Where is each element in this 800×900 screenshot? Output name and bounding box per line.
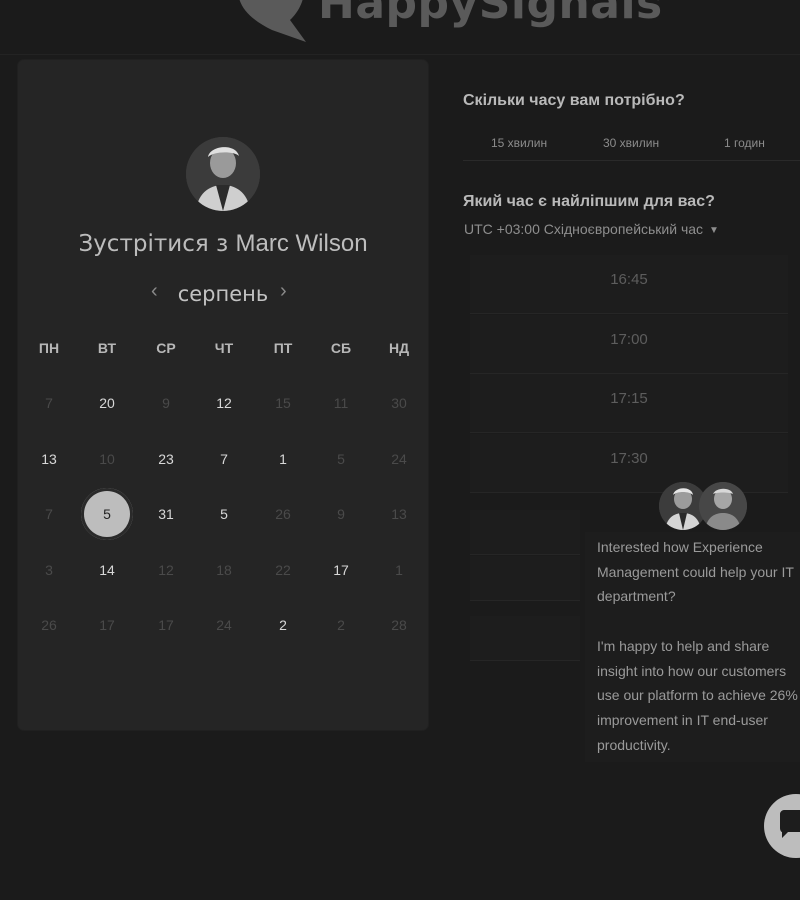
duration-option-15[interactable]: 15 хвилин bbox=[491, 136, 547, 150]
brand-name: HappySignals bbox=[318, 0, 663, 29]
calendar-day: 26 bbox=[275, 506, 291, 522]
time-heading: Який час є найліпшим для вас? bbox=[463, 193, 715, 210]
calendar-panel: Зустрітися з Marc Wilson ‹ серпень › ПН В… bbox=[18, 60, 428, 730]
next-month-chevron-icon[interactable]: › bbox=[280, 280, 287, 303]
header: HappySignals bbox=[0, 0, 800, 55]
calendar-day: 28 bbox=[391, 617, 407, 633]
calendar-day: 7 bbox=[45, 395, 53, 411]
calendar-day: 30 bbox=[391, 395, 407, 411]
chat-message: Interested how Experience Management cou… bbox=[597, 535, 800, 782]
calendar-day: 12 bbox=[158, 561, 174, 578]
meeting-title: Зустрітися з Marc Wilson bbox=[18, 230, 428, 258]
calendar-day[interactable]: 2 bbox=[257, 599, 309, 651]
logo-heart-chat-icon bbox=[239, 0, 306, 42]
timeslot-partially-hidden[interactable] bbox=[470, 510, 580, 555]
calendar-day: 17 bbox=[158, 617, 174, 633]
weekday-label: НД bbox=[388, 340, 410, 356]
host-name: Marc Wilson bbox=[235, 230, 368, 257]
timeslot-partially-hidden[interactable] bbox=[470, 556, 580, 601]
weekday-label: ПН bbox=[38, 340, 60, 356]
timeslot-partially-hidden[interactable] bbox=[470, 616, 580, 661]
weekday-header: ПН ВТ СР ЧТ ПТ СБ НД bbox=[18, 340, 428, 360]
caret-down-icon: ▼ bbox=[709, 225, 719, 236]
calendar-day: 1 bbox=[395, 561, 403, 578]
calendar-day-selected[interactable]: 5 bbox=[81, 488, 133, 540]
calendar-day[interactable]: 17 bbox=[315, 544, 367, 596]
chat-launcher-button[interactable] bbox=[764, 794, 800, 858]
calendar-day: 11 bbox=[333, 395, 349, 411]
timezone-select[interactable]: UTC +03:00 Східноєвропейський час ▼ bbox=[464, 221, 719, 237]
calendar-day[interactable]: 5 bbox=[198, 488, 250, 540]
calendar-day: 9 bbox=[337, 506, 345, 522]
chat-message-line-2: I'm happy to help and share insight into… bbox=[597, 637, 798, 753]
duration-heading: Скільки часу вам потрібно? bbox=[463, 92, 685, 109]
timeslot[interactable]: 17:15 bbox=[470, 374, 788, 433]
month-navigation: ‹ серпень › bbox=[18, 280, 428, 310]
calendar-day: 15 bbox=[275, 395, 291, 411]
duration-options: 15 хвилин 30 хвилин 1 годин bbox=[463, 128, 800, 161]
meeting-title-prefix: Зустрітися з bbox=[78, 231, 229, 257]
chat-agent-avatars bbox=[659, 482, 749, 532]
calendar-day: 2 bbox=[337, 617, 345, 633]
duration-option-30[interactable]: 30 хвилин bbox=[603, 136, 659, 150]
calendar-day: 17 bbox=[99, 617, 115, 633]
calendar-day[interactable]: 7 bbox=[198, 433, 250, 485]
timezone-label: UTC +03:00 Східноєвропейський час bbox=[464, 221, 704, 237]
timeslot[interactable]: 17:00 bbox=[470, 315, 788, 374]
calendar-day[interactable]: 23 bbox=[140, 433, 192, 485]
calendar-day: 5 bbox=[337, 450, 345, 467]
chat-bubble-icon bbox=[780, 810, 800, 838]
weekday-label: ЧТ bbox=[214, 340, 234, 356]
calendar-day[interactable]: 1 bbox=[257, 433, 309, 485]
calendar-day: 3 bbox=[45, 561, 53, 578]
calendar-day[interactable]: 12 bbox=[198, 377, 250, 429]
weekday-label: ПТ bbox=[273, 340, 293, 356]
calendar-day: 10 bbox=[99, 450, 115, 467]
calendar-day: 9 bbox=[162, 395, 170, 411]
calendar-day: 24 bbox=[391, 450, 407, 467]
host-avatar bbox=[186, 137, 260, 211]
calendar-day[interactable]: 14 bbox=[81, 544, 133, 596]
calendar-day: 7 bbox=[45, 506, 53, 522]
duration-option-60[interactable]: 1 годин bbox=[724, 136, 765, 150]
chat-message-line-1: Interested how Experience Management cou… bbox=[597, 539, 794, 605]
calendar-day[interactable]: 20 bbox=[81, 377, 133, 429]
calendar-day: 26 bbox=[41, 617, 57, 633]
timeslot[interactable]: 16:45 bbox=[470, 255, 788, 314]
weekday-label: ВТ bbox=[97, 340, 117, 356]
calendar-day[interactable]: 13 bbox=[23, 433, 75, 485]
weekday-label: СР bbox=[156, 340, 176, 356]
chat-agent-avatar bbox=[699, 482, 747, 530]
calendar-day: 13 bbox=[391, 506, 407, 522]
calendar-day: 22 bbox=[275, 561, 291, 578]
calendar-day: 24 bbox=[216, 617, 232, 633]
weekday-label: СБ bbox=[330, 340, 352, 356]
calendar-day[interactable]: 31 bbox=[140, 488, 192, 540]
month-label: серпень bbox=[177, 282, 269, 306]
calendar-day: 18 bbox=[216, 561, 232, 578]
